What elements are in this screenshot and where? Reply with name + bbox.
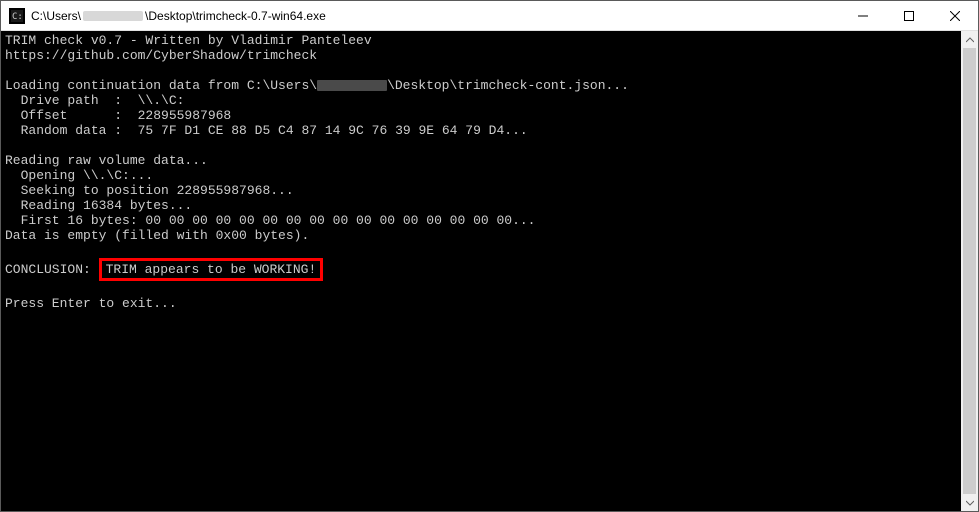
redacted-username [317, 80, 387, 91]
close-icon [950, 11, 960, 21]
console-line: Reading raw volume data... [5, 153, 208, 168]
maximize-icon [904, 11, 914, 21]
chevron-up-icon [966, 36, 974, 44]
title-path-suffix: \Desktop\trimcheck-0.7-win64.exe [145, 9, 326, 23]
console-line: https://github.com/CyberShadow/trimcheck [5, 48, 317, 63]
scroll-thumb[interactable] [963, 48, 976, 494]
window-title: C:\Users\ \Desktop\trimcheck-0.7-win64.ex… [31, 9, 840, 23]
console-line: Opening \\.\C:... [5, 168, 153, 183]
redacted-username [83, 11, 143, 21]
chevron-down-icon [966, 499, 974, 507]
window-controls [840, 1, 978, 30]
console-line: Offset : 228955987968 [5, 108, 231, 123]
scroll-track[interactable] [961, 48, 978, 494]
console-line: Press Enter to exit... [5, 296, 177, 311]
console-container: TRIM check v0.7 - Written by Vladimir Pa… [1, 31, 978, 511]
vertical-scrollbar[interactable] [961, 31, 978, 511]
console-line: TRIM check v0.7 - Written by Vladimir Pa… [5, 33, 372, 48]
conclusion-highlight: TRIM appears to be WORKING! [99, 258, 324, 281]
console-output[interactable]: TRIM check v0.7 - Written by Vladimir Pa… [1, 31, 961, 511]
titlebar: C: C:\Users\ \Desktop\trimcheck-0.7-win64… [1, 1, 978, 31]
title-path-prefix: C:\Users\ [31, 9, 81, 23]
close-button[interactable] [932, 1, 978, 30]
console-line: Loading continuation data from C:\Users\… [5, 78, 629, 93]
console-line: Drive path : \\.\C: [5, 93, 184, 108]
conclusion-text: TRIM appears to be WORKING! [106, 262, 317, 277]
conclusion-label: CONCLUSION: [5, 262, 99, 277]
scroll-up-button[interactable] [961, 31, 978, 48]
console-line: Seeking to position 228955987968... [5, 183, 294, 198]
console-window: C: C:\Users\ \Desktop\trimcheck-0.7-win64… [0, 0, 979, 512]
minimize-button[interactable] [840, 1, 886, 30]
console-line: Reading 16384 bytes... [5, 198, 192, 213]
maximize-button[interactable] [886, 1, 932, 30]
app-icon: C: [9, 8, 25, 24]
console-line: Data is empty (filled with 0x00 bytes). [5, 228, 309, 243]
minimize-icon [858, 11, 868, 21]
conclusion-line: CONCLUSION: TRIM appears to be WORKING! [5, 262, 323, 277]
scroll-down-button[interactable] [961, 494, 978, 511]
console-line: First 16 bytes: 00 00 00 00 00 00 00 00 … [5, 213, 536, 228]
console-line: Random data : 75 7F D1 CE 88 D5 C4 87 14… [5, 123, 528, 138]
svg-text:C:: C: [12, 12, 23, 22]
